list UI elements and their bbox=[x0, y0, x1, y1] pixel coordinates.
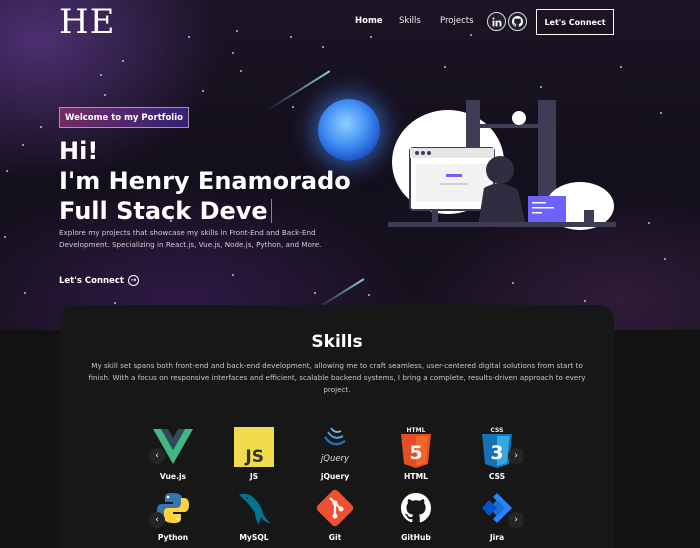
skill-label: JS bbox=[249, 472, 259, 481]
glowing-planet bbox=[318, 99, 380, 161]
skill-label: CSS bbox=[488, 472, 506, 481]
star bbox=[292, 106, 294, 108]
star bbox=[648, 222, 650, 224]
hero-headline: Hi! I'm Henry Enamorado Full Stack Deve bbox=[59, 136, 351, 226]
git-icon bbox=[313, 486, 357, 530]
headline-line-2: I'm Henry Enamorado bbox=[59, 167, 351, 195]
arrow-right-circle-icon: → bbox=[127, 275, 139, 286]
star bbox=[188, 36, 190, 38]
star bbox=[232, 274, 234, 276]
skill-js: JS JS bbox=[224, 425, 284, 481]
headline-line-3: Full Stack Deve bbox=[59, 196, 351, 226]
skill-jquery: jQuery jQuery bbox=[305, 425, 365, 481]
star bbox=[540, 86, 542, 88]
skill-label: Vue.js bbox=[159, 472, 187, 481]
star bbox=[4, 236, 6, 238]
jquery-icon-text: jQuery bbox=[320, 454, 350, 464]
typing-text: Full Stack Deve bbox=[59, 197, 268, 225]
star bbox=[232, 52, 234, 54]
star bbox=[40, 126, 42, 128]
skills-description: My skill set spans both front-end and ba… bbox=[88, 361, 586, 394]
carousel-prev-button[interactable]: ‹ bbox=[149, 512, 165, 528]
star bbox=[24, 292, 26, 294]
javascript-icon: JS bbox=[232, 425, 276, 469]
welcome-badge: Welcome to my Portfolio bbox=[59, 107, 189, 128]
skill-label: GitHub bbox=[401, 533, 431, 542]
star bbox=[660, 112, 662, 114]
github-mark-icon bbox=[394, 486, 438, 530]
html5-icon: HTML 5 bbox=[394, 425, 438, 469]
linkedin-icon[interactable] bbox=[487, 12, 506, 31]
typing-cursor bbox=[270, 199, 272, 223]
svg-text:5: 5 bbox=[409, 442, 422, 464]
carousel-next-button[interactable]: › bbox=[508, 512, 524, 528]
nav-link-home[interactable]: Home bbox=[355, 16, 383, 26]
skill-label: Jira bbox=[489, 533, 505, 542]
star bbox=[470, 34, 472, 36]
nav-link-projects[interactable]: Projects bbox=[440, 16, 474, 26]
star bbox=[664, 258, 666, 260]
svg-text:3: 3 bbox=[490, 442, 503, 464]
star bbox=[368, 294, 370, 296]
js-icon-text: JS bbox=[244, 447, 264, 467]
mysql-icon bbox=[232, 486, 276, 530]
star bbox=[240, 70, 242, 72]
headline-line-1: Hi! bbox=[59, 137, 99, 165]
skill-label: jQuery bbox=[320, 472, 350, 481]
star bbox=[314, 292, 316, 294]
star bbox=[202, 90, 204, 92]
star bbox=[444, 66, 446, 68]
skills-section: Skills My skill set spans both front-end… bbox=[60, 305, 614, 548]
star bbox=[620, 66, 622, 68]
star bbox=[512, 282, 514, 284]
skill-github: GitHub bbox=[386, 486, 446, 542]
skill-label: MySQL bbox=[239, 533, 269, 542]
skill-label: Git bbox=[328, 533, 342, 542]
site-logo[interactable]: HE bbox=[59, 2, 115, 42]
star bbox=[100, 74, 102, 76]
skill-label: Python bbox=[157, 533, 189, 542]
star bbox=[236, 30, 238, 32]
hero-connect-label: Let's Connect bbox=[59, 275, 124, 286]
nav-link-skills[interactable]: Skills bbox=[399, 16, 421, 26]
hero-intro: Explore my projects that showcase my ski… bbox=[59, 228, 322, 249]
star bbox=[370, 36, 372, 38]
star bbox=[122, 60, 124, 62]
skill-mysql: MySQL bbox=[224, 486, 284, 542]
github-icon[interactable] bbox=[508, 12, 527, 31]
star bbox=[114, 302, 116, 304]
star bbox=[22, 144, 24, 146]
star bbox=[584, 300, 586, 302]
star bbox=[6, 170, 8, 172]
carousel-prev-button[interactable]: ‹ bbox=[149, 448, 165, 464]
skill-html: HTML 5 HTML bbox=[386, 425, 446, 481]
star bbox=[104, 94, 106, 96]
html-icon-text: HTML bbox=[407, 427, 426, 434]
lets-connect-button[interactable]: Let's Connect bbox=[536, 9, 614, 35]
skill-git: Git bbox=[305, 486, 365, 542]
shooting-star bbox=[317, 278, 365, 309]
skills-title: Skills bbox=[311, 332, 363, 352]
jquery-icon: jQuery bbox=[313, 425, 357, 469]
star bbox=[290, 36, 292, 38]
css-icon-text: CSS bbox=[491, 427, 504, 434]
developer-illustration bbox=[388, 100, 616, 230]
star bbox=[322, 46, 324, 48]
skill-label: HTML bbox=[404, 472, 428, 481]
carousel-next-button[interactable]: › bbox=[508, 448, 524, 464]
hero-connect-link[interactable]: Let's Connect → bbox=[59, 275, 139, 286]
shooting-star bbox=[266, 70, 331, 112]
